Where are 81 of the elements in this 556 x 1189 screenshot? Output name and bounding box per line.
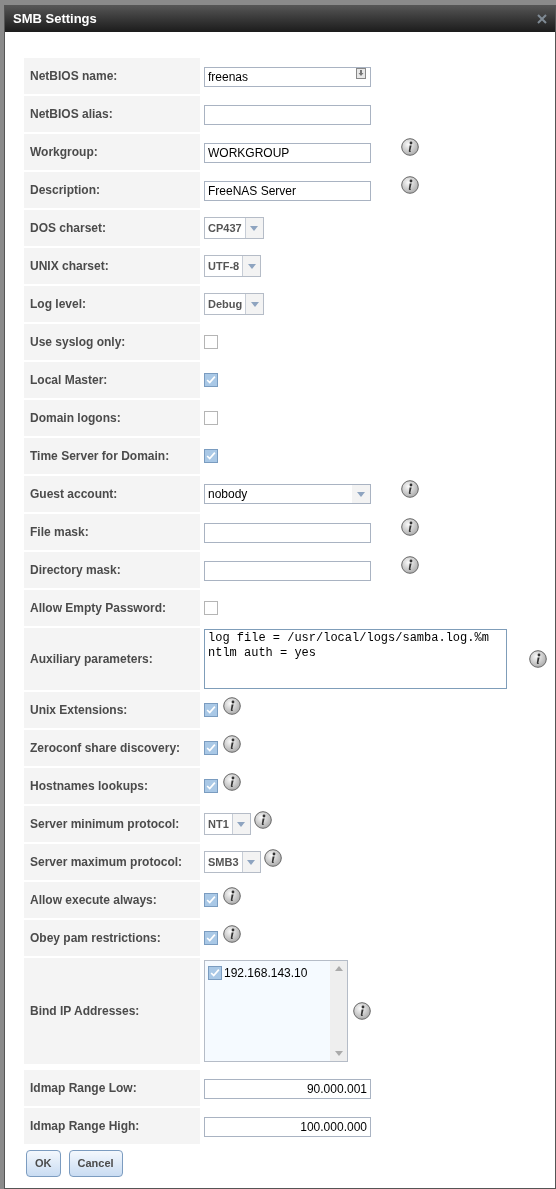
- input-field[interactable]: 90.000.001: [204, 1079, 371, 1099]
- checkbox[interactable]: [204, 893, 218, 907]
- field-label: UNIX charset:: [24, 248, 200, 284]
- field-label: File mask:: [24, 514, 200, 550]
- list-item[interactable]: 192.168.143.10: [224, 964, 308, 982]
- info-icon[interactable]: [401, 518, 419, 536]
- dropdown[interactable]: UTF-8: [204, 255, 262, 277]
- field-label: Guest account:: [24, 476, 200, 512]
- input-field[interactable]: WORKGROUP: [204, 143, 371, 163]
- scroll-up-icon[interactable]: [334, 966, 343, 971]
- checkbox[interactable]: [204, 703, 218, 717]
- checkbox[interactable]: [204, 601, 218, 615]
- field-label: Bind IP Addresses:: [24, 958, 200, 1064]
- field-label: Allow execute always:: [24, 882, 200, 918]
- caret-icon: [357, 491, 365, 497]
- input-field[interactable]: freenas: [204, 67, 371, 87]
- field-label: Workgroup:: [24, 134, 200, 170]
- field-label: Directory mask:: [24, 552, 200, 588]
- checkbox[interactable]: [204, 931, 218, 945]
- input-field[interactable]: FreeNAS Server: [204, 181, 371, 201]
- info-icon[interactable]: [529, 650, 547, 668]
- caret-icon: [237, 821, 246, 827]
- window-title: SMB Settings: [13, 10, 97, 29]
- field-label: DOS charset:: [24, 210, 200, 246]
- field-label: Hostnames lookups:: [24, 768, 200, 804]
- checkbox[interactable]: [204, 449, 218, 463]
- dialog-button[interactable]: OK: [26, 1150, 61, 1177]
- field-label: Auxiliary parameters:: [24, 628, 200, 690]
- input-field[interactable]: 100.000.000: [204, 1117, 371, 1137]
- info-icon[interactable]: [401, 556, 419, 574]
- checkbox[interactable]: [204, 335, 218, 349]
- dropdown[interactable]: CP437: [204, 217, 264, 239]
- input-field[interactable]: [204, 523, 371, 543]
- info-icon[interactable]: [223, 887, 241, 905]
- field-label: Domain logons:: [24, 400, 200, 436]
- info-icon[interactable]: [223, 925, 241, 943]
- field-label: Idmap Range Low:: [24, 1070, 200, 1106]
- list-box[interactable]: 192.168.143.10: [204, 960, 348, 1062]
- caret-icon: [250, 225, 259, 231]
- field-label: Local Master:: [24, 362, 200, 398]
- dropdown[interactable]: nobody: [204, 484, 371, 504]
- caret-icon: [247, 859, 256, 865]
- field-label: Description:: [24, 172, 200, 208]
- info-icon[interactable]: [401, 480, 419, 498]
- close-icon[interactable]: [537, 14, 547, 24]
- field-label: Server maximum protocol:: [24, 844, 200, 880]
- field-label: NetBIOS name:: [24, 58, 200, 94]
- checkbox[interactable]: [204, 779, 218, 793]
- info-icon[interactable]: [353, 1002, 371, 1020]
- checkbox[interactable]: [204, 373, 218, 387]
- field-label: Server minimum protocol:: [24, 806, 200, 842]
- input-field[interactable]: [204, 561, 371, 581]
- field-label: NetBIOS alias:: [24, 96, 200, 132]
- caret-icon: [250, 301, 259, 307]
- field-label: Unix Extensions:: [24, 692, 200, 728]
- checkbox[interactable]: [208, 966, 222, 980]
- caret-icon: [247, 263, 256, 269]
- checkbox[interactable]: [204, 741, 218, 755]
- info-icon[interactable]: [263, 849, 282, 867]
- input-field[interactable]: [204, 105, 371, 125]
- field-label: Idmap Range High:: [24, 1108, 200, 1144]
- dialog-button[interactable]: Cancel: [68, 1150, 123, 1177]
- info-icon[interactable]: [223, 773, 241, 791]
- field-label: Zeroconf share discovery:: [24, 730, 200, 766]
- scroll-down-icon[interactable]: [334, 1051, 343, 1056]
- text-area[interactable]: log file = /usr/local/logs/samba.log.%m ntlm auth = yes: [204, 629, 507, 689]
- dropdown[interactable]: SMB3: [204, 851, 261, 873]
- field-label: Log level:: [24, 286, 200, 322]
- checkbox[interactable]: [204, 411, 218, 425]
- field-label: Time Server for Domain:: [24, 438, 200, 474]
- field-label: Use syslog only:: [24, 324, 200, 360]
- field-label: Obey pam restrictions:: [24, 920, 200, 956]
- info-icon[interactable]: [401, 138, 419, 156]
- info-icon[interactable]: [223, 735, 241, 753]
- info-icon[interactable]: [253, 811, 272, 829]
- dropdown[interactable]: Debug: [204, 293, 265, 315]
- field-label: Allow Empty Password:: [24, 590, 200, 626]
- info-icon[interactable]: [401, 176, 419, 194]
- dropdown[interactable]: NT1: [204, 813, 251, 835]
- scrollbar[interactable]: [330, 961, 347, 1061]
- info-icon[interactable]: [223, 697, 241, 715]
